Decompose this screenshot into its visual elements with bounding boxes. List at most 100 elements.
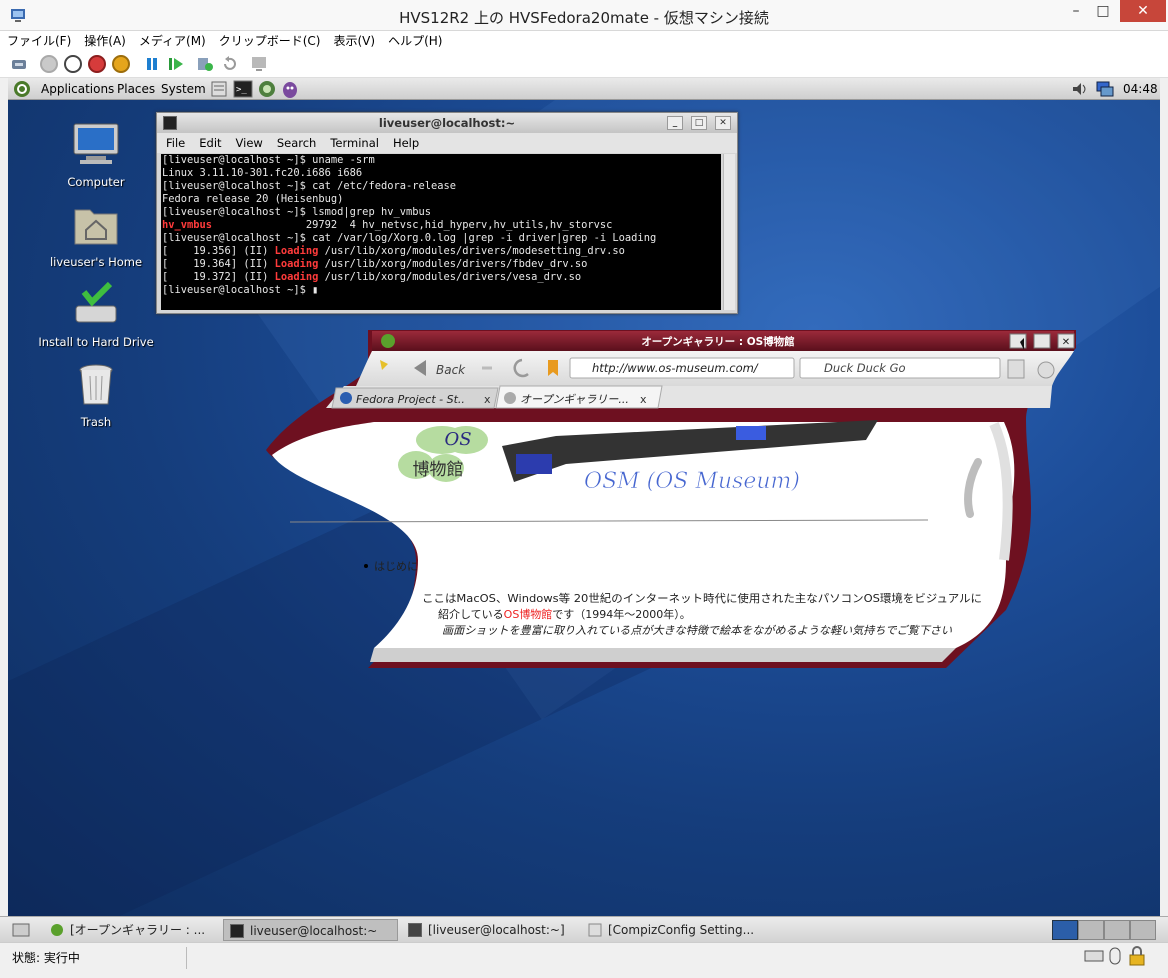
terminal-text: [ 19.356] (II) — [162, 245, 275, 257]
compizconfig-task-icon — [588, 923, 602, 937]
task-compiz-label: [CompizConfig Setting... — [608, 923, 755, 937]
browser-title: オープンギャラリー : OS博物館 — [641, 335, 794, 348]
workspace-4[interactable] — [1130, 920, 1156, 940]
menu-view[interactable]: 表示(V) — [327, 31, 382, 49]
task-browser[interactable]: [オープンギャラリー : ... — [44, 919, 214, 941]
browser-maximize-button[interactable] — [1033, 333, 1051, 349]
back-button[interactable]: Back — [436, 363, 466, 377]
desktop-icon-computer[interactable]: Computer — [36, 122, 156, 189]
checkpoint-icon[interactable] — [196, 55, 214, 73]
workspace-1[interactable] — [1052, 920, 1078, 940]
menu-action[interactable]: 操作(A) — [77, 31, 132, 49]
applications-menu[interactable]: Applications — [41, 82, 114, 96]
panel-clock[interactable]: 04:48 — [1123, 82, 1158, 96]
menu-file[interactable]: ファイル(F) — [0, 31, 77, 49]
terminal-menu-file[interactable]: File — [157, 133, 190, 150]
desktop-icon-label: Trash — [80, 415, 112, 429]
intro-text-post: です（1994年〜2000年）。 — [552, 607, 691, 621]
intro-paragraph-line1: ここはMacOS、Windows等 20世紀のインターネット時代に使用された主な… — [422, 591, 982, 605]
menu-help[interactable]: ヘルプ(H) — [381, 31, 448, 49]
os-museum-link[interactable]: OS博物館 — [504, 607, 553, 621]
terminal-menu-view[interactable]: View — [227, 133, 268, 150]
workspace-2[interactable] — [1078, 920, 1104, 940]
desktop-icon-label: liveuser's Home — [49, 255, 143, 269]
vm-status-text: 状態: 実行中 — [12, 951, 80, 965]
terminal-close-button[interactable]: ✕ — [715, 116, 731, 130]
menu-media[interactable]: メディア(M) — [132, 31, 212, 49]
heading-intro: はじめに — [374, 560, 418, 573]
terminal-line: Fedora release 20 (Heisenbug) — [162, 193, 721, 206]
task-terminal-minimized[interactable]: [liveuser@localhost:~] — [402, 919, 580, 941]
terminal-menu-edit[interactable]: Edit — [190, 133, 226, 150]
pause-icon[interactable] — [144, 56, 160, 72]
computer-icon — [73, 123, 119, 164]
enhanced-session-icon[interactable] — [250, 55, 268, 73]
window-title: HVS12R2 上の HVSFedora20mate - 仮想マシン接続 — [399, 9, 769, 27]
install-hard-drive-icon — [75, 281, 117, 323]
terminal-text: [ 19.372] (II) — [162, 271, 275, 283]
terminal-text: Loading — [274, 245, 319, 257]
terminal-titlebar[interactable]: liveuser@localhost:~ _ □ ✕ — [157, 113, 737, 133]
pidgin-launcher-icon[interactable] — [281, 79, 299, 99]
terminal-launcher-icon[interactable]: >_ — [233, 80, 253, 98]
mate-logo-icon[interactable] — [13, 80, 31, 98]
site-title: OSM (OS Museum) — [584, 469, 800, 494]
terminal-output[interactable]: [liveuser@localhost ~]$ uname -srm Linux … — [161, 154, 721, 310]
vm-toolbar — [0, 51, 1168, 78]
browser-window: オープンギャラリー : OS博物館 ✕ Back http://www.os-m… — [266, 330, 1076, 668]
task-terminal-active[interactable]: liveuser@localhost:~ — [223, 919, 398, 941]
start-icon[interactable] — [40, 55, 58, 73]
desktop-icon-trash[interactable]: Trash — [36, 362, 156, 429]
mouse-icon — [1109, 947, 1121, 965]
terminal-text: Loading — [274, 271, 319, 283]
terminal-line: Linux 3.11.10-301.fc20.i686 i686 — [162, 167, 721, 180]
terminal-window: liveuser@localhost:~ _ □ ✕ File Edit View S… — [156, 112, 738, 314]
system-menu[interactable]: System — [161, 82, 206, 96]
terminal-maximize-button[interactable]: □ — [691, 116, 707, 130]
resume-icon[interactable] — [168, 56, 184, 72]
url-text: http://www.os-museum.com/ — [592, 361, 759, 375]
intro-paragraph-line3: 画面ショットを豊富に取り入れている点が大きな特徴で絵本をながめるような軽い気持ち… — [442, 624, 952, 637]
menu-bar: ファイル(F) 操作(A) メディア(M) クリップボード(C) 表示(V) ヘルプ(H) — [0, 31, 1168, 51]
web-browser-launcher-icon[interactable] — [258, 80, 276, 98]
places-menu[interactable]: Places — [117, 82, 155, 96]
terminal-menu-help[interactable]: Help — [384, 133, 424, 150]
file-manager-launcher-icon[interactable] — [210, 80, 228, 98]
trash-tab-icon[interactable] — [1007, 359, 1025, 379]
save-icon[interactable] — [112, 55, 130, 73]
terminal-menu-terminal[interactable]: Terminal — [321, 133, 384, 150]
terminal-text: Fedora release 20 (Heisenbug) — [162, 193, 344, 205]
minimize-button[interactable]: – — [1064, 0, 1088, 22]
network-icon[interactable] — [1095, 80, 1115, 98]
workspace-3[interactable] — [1104, 920, 1130, 940]
terminal-line: [liveuser@localhost ~]$ uname -srm — [162, 154, 721, 167]
search-text: Duck Duck Go — [824, 361, 906, 375]
terminal-text: /usr/lib/xorg/modules/drivers/vesa_drv.s… — [318, 271, 582, 283]
terminal-text: [liveuser@localhost ~]$ — [162, 284, 313, 296]
desktop-icon-install[interactable]: Install to Hard Drive — [36, 281, 156, 349]
turn-off-icon[interactable] — [64, 55, 82, 73]
terminal-text: Linux 3.11.10-301.fc20.i686 i686 — [162, 167, 363, 179]
desktop-icon-label: Computer — [67, 175, 125, 189]
tab-close-icon[interactable]: x — [640, 393, 647, 406]
terminal-minimize-button[interactable]: _ — [667, 116, 683, 130]
terminal-menu-search[interactable]: Search — [268, 133, 322, 150]
terminal-line: [liveuser@localhost ~]$ ▮ — [162, 284, 721, 297]
shutdown-icon[interactable] — [88, 55, 106, 73]
home-folder-icon — [74, 209, 118, 245]
close-button[interactable]: ✕ — [1120, 0, 1166, 22]
terminal-scrollbar[interactable] — [723, 154, 735, 310]
volume-icon[interactable] — [1071, 80, 1089, 98]
show-desktop-icon[interactable] — [12, 921, 30, 939]
terminal-text: [liveuser@localhost ~]$ cat /etc/fedora-… — [162, 180, 457, 192]
tab-close-icon[interactable]: x — [484, 393, 491, 406]
task-compizconfig[interactable]: [CompizConfig Setting... — [582, 919, 782, 941]
ctrl-alt-del-icon[interactable] — [10, 55, 28, 73]
browser-task-icon — [51, 924, 63, 936]
revert-icon[interactable] — [220, 55, 238, 73]
mate-top-panel: Applications Places System >_ 04:48 — [8, 78, 1160, 100]
desktop-icon-home[interactable]: liveuser's Home — [36, 202, 156, 269]
menu-clipboard[interactable]: クリップボード(C) — [212, 31, 327, 49]
menu-icon[interactable] — [1037, 361, 1055, 379]
maximize-button[interactable]: □ — [1090, 0, 1116, 22]
